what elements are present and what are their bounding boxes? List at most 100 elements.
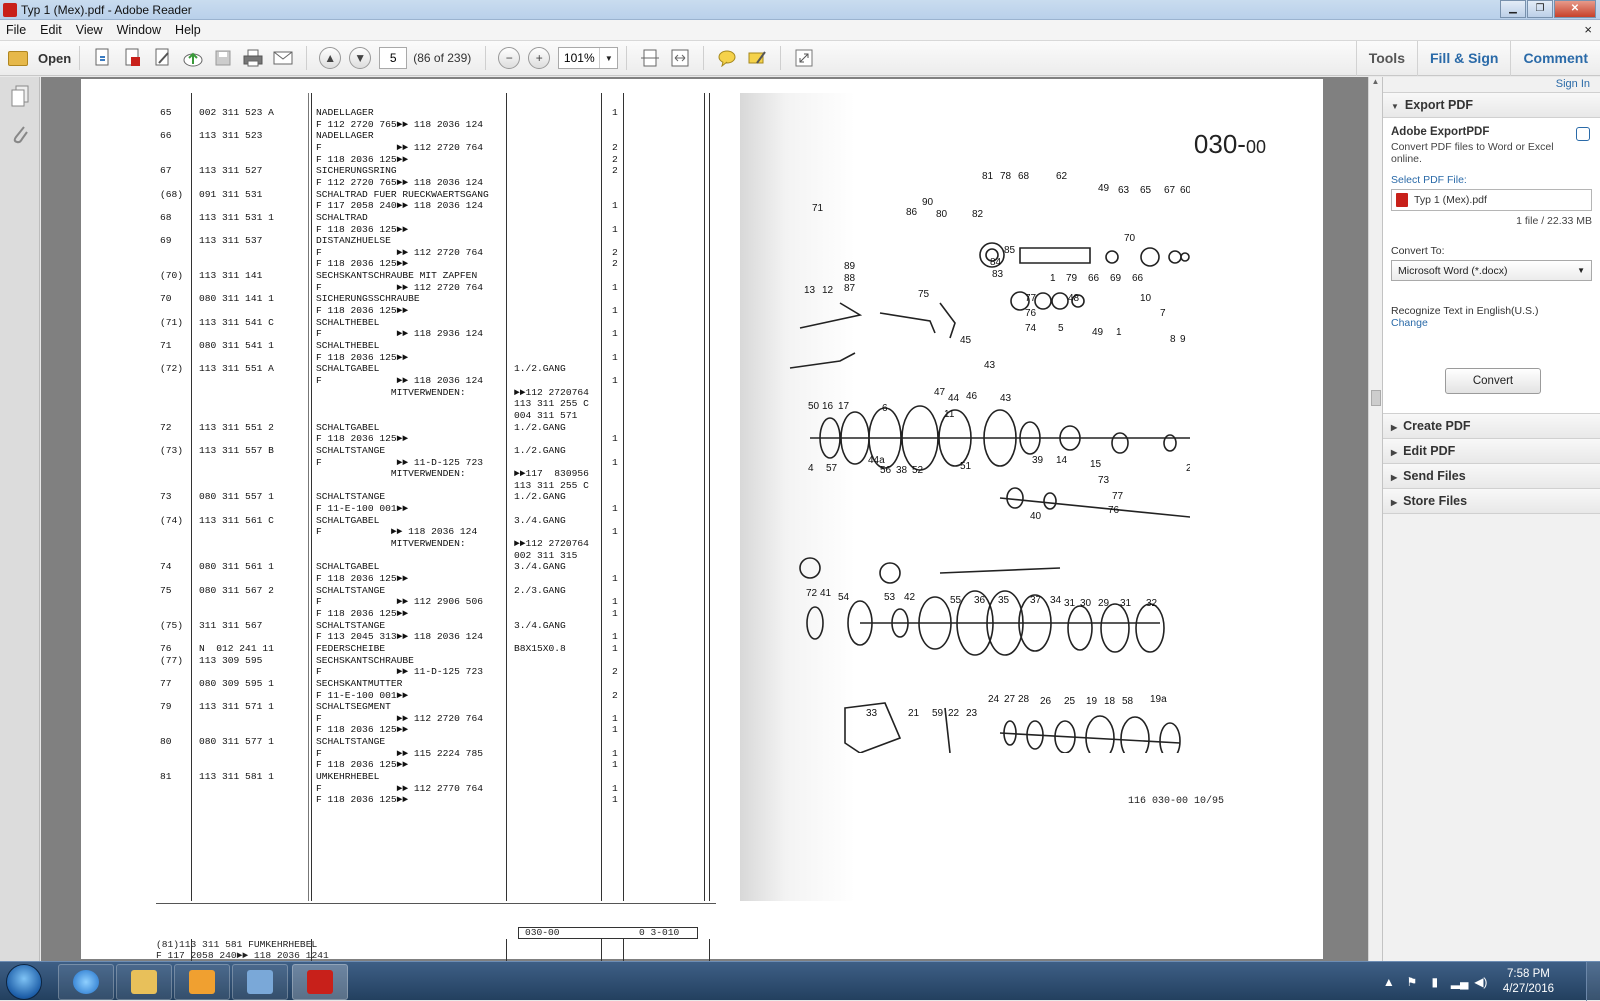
print-icon[interactable]	[240, 45, 266, 71]
store-files-section-header[interactable]: ▶ Store Files	[1383, 489, 1600, 514]
action-center-flag-icon[interactable]: ⚑	[1405, 975, 1419, 989]
media-player-taskbar-button[interactable]	[174, 964, 230, 1000]
sign-in-link[interactable]: Sign In	[1383, 77, 1600, 93]
quantity-cell: 2	[612, 258, 618, 270]
comment-bubble-icon[interactable]	[714, 45, 740, 71]
page-number-input[interactable]	[379, 47, 408, 69]
edit-pdf-section-header[interactable]: ▶ Edit PDF	[1383, 439, 1600, 464]
edit-pdf-icon[interactable]	[150, 45, 176, 71]
convert-to-select[interactable]: Microsoft Word (*.docx) ▼	[1391, 260, 1592, 281]
expand-icon[interactable]	[791, 45, 817, 71]
fit-width-icon[interactable]	[667, 45, 693, 71]
menu-file[interactable]: File	[6, 23, 26, 37]
send-files-label: Send Files	[1403, 469, 1466, 483]
vertical-scrollbar[interactable]: ▲	[1368, 77, 1382, 961]
create-pdf-label: Create PDF	[1403, 419, 1471, 433]
menu-help[interactable]: Help	[175, 23, 201, 37]
table-row: 69 113 311 537 DISTANZHUELSE	[156, 235, 716, 247]
callout-label: 15	[1090, 459, 1102, 470]
callout-label: 17	[838, 401, 850, 412]
part-number-cell: 080 311 567 2	[199, 584, 274, 596]
callout-label: 43	[984, 360, 996, 371]
convert-to-label: Convert To:	[1391, 245, 1445, 257]
convert-button[interactable]: Convert	[1445, 368, 1541, 394]
table-row: 75 080 311 567 2 SCHALTSTANGE 2./3.GANG	[156, 585, 716, 597]
description-cell: SECHSKANTSCHRAUBE MIT ZAPFEN	[316, 270, 478, 282]
scrollbar-thumb[interactable]	[1371, 390, 1381, 406]
show-hidden-icons-icon[interactable]: ▲	[1382, 975, 1396, 989]
volume-icon[interactable]: ◀)	[1474, 975, 1488, 989]
comment-link[interactable]: Comment	[1510, 41, 1600, 76]
open-button[interactable]: Open	[8, 50, 71, 66]
table-row: F 118 2036 125►► 1	[156, 433, 716, 445]
internet-explorer-icon	[73, 970, 99, 994]
description-cell: F 118 2036 125►►	[316, 433, 409, 445]
table-row: 66 113 311 523 NADELLAGER	[156, 130, 716, 142]
attachment-icon[interactable]	[10, 123, 30, 145]
document-area[interactable]: 65 002 311 523 A NADELLAGER 1 F 112 2720 765…	[41, 77, 1368, 975]
table-row: (71) 113 311 541 C SCHALTHEBEL	[156, 317, 716, 329]
system-tray: ▲ ⚑ ▮ ▂▄ ◀) 7:58 PM 4/27/2016	[1382, 962, 1554, 1001]
transmission-drawing: 8178686249636567606461718690808270898887…	[789, 171, 1190, 753]
callout-label: 80	[936, 209, 948, 220]
zoom-select[interactable]: ▼	[558, 47, 619, 69]
quantity-cell: 1	[612, 642, 618, 654]
save-icon[interactable]	[210, 45, 236, 71]
close-document-button[interactable]: ×	[1584, 22, 1592, 37]
table-row: (77) 113 309 595 SECHSKANTSCHRAUBE	[156, 655, 716, 667]
fit-page-icon[interactable]	[637, 45, 663, 71]
change-language-link[interactable]: Change	[1391, 317, 1592, 329]
minus-icon[interactable]: −	[498, 47, 521, 69]
callout-label: 14	[1056, 455, 1068, 466]
callout-label: 44	[948, 393, 960, 404]
adobe-reader-taskbar-button[interactable]	[292, 964, 348, 1000]
cloud-upload-icon[interactable]	[180, 45, 206, 71]
description-cell: SCHALTSTANGE	[316, 491, 386, 503]
plus-icon[interactable]: +	[528, 47, 551, 69]
file-explorer-taskbar-button[interactable]	[116, 964, 172, 1000]
selected-file-field[interactable]: Typ 1 (Mex).pdf	[1391, 189, 1592, 211]
create-pdf-section-header[interactable]: ▶ Create PDF	[1383, 414, 1600, 439]
menu-window[interactable]: Window	[117, 23, 161, 37]
up-arrow-icon[interactable]: ▲	[319, 47, 342, 69]
menu-edit[interactable]: Edit	[40, 23, 62, 37]
down-arrow-icon[interactable]: ▼	[349, 47, 372, 69]
restore-button[interactable]: ❐	[1527, 0, 1553, 18]
minimize-button[interactable]: ▁	[1500, 0, 1526, 18]
network-signal-icon[interactable]: ▂▄	[1451, 975, 1469, 989]
power-icon[interactable]: ▮	[1428, 975, 1442, 989]
start-button[interactable]	[6, 964, 42, 1000]
export-pdf-icon[interactable]	[120, 45, 146, 71]
quantity-cell: 2	[612, 246, 618, 258]
system-clock[interactable]: 7:58 PM 4/27/2016	[1503, 967, 1554, 997]
fill-sign-link[interactable]: Fill & Sign	[1416, 41, 1510, 76]
export-pdf-section-header[interactable]: ▼ Export PDF	[1383, 93, 1600, 118]
internet-explorer-taskbar-button[interactable]	[58, 964, 114, 1000]
table-row: 113 311 255 C	[156, 480, 716, 492]
callout-label: 45	[960, 335, 972, 346]
adobe-reader-icon	[307, 970, 333, 994]
email-icon[interactable]	[270, 45, 296, 71]
remote-desktop-taskbar-button[interactable]	[232, 964, 288, 1000]
zoom-input[interactable]	[559, 48, 600, 68]
diagram-footer: 116 030-00 10/95	[1128, 796, 1225, 807]
menu-view[interactable]: View	[76, 23, 103, 37]
show-desktop-button[interactable]	[1586, 962, 1600, 1001]
export-info-icon[interactable]	[1576, 127, 1590, 141]
close-window-button[interactable]: ✕	[1554, 0, 1596, 18]
create-pdf-icon[interactable]	[90, 45, 116, 71]
callout-label: 56	[880, 465, 892, 476]
pos-cell: 70	[160, 293, 172, 305]
table-bottom-line	[156, 903, 716, 904]
send-files-section-header[interactable]: ▶ Send Files	[1383, 464, 1600, 489]
part-number-cell: 113 311 541 C	[199, 316, 274, 328]
description-cell: SCHALTRAD FUER RUECKWAERTSGANG	[316, 188, 489, 200]
scroll-up-icon[interactable]: ▲	[1369, 77, 1382, 86]
highlight-icon[interactable]	[744, 45, 770, 71]
callout-label: 1	[1050, 273, 1056, 284]
tools-link[interactable]: Tools	[1355, 41, 1417, 76]
page-thumbnails-icon[interactable]	[10, 85, 30, 107]
chevron-down-icon[interactable]: ▼	[599, 48, 617, 68]
table-row: F 118 2036 125►► 1	[156, 794, 716, 806]
convert-to-value: Microsoft Word (*.docx)	[1398, 264, 1508, 277]
